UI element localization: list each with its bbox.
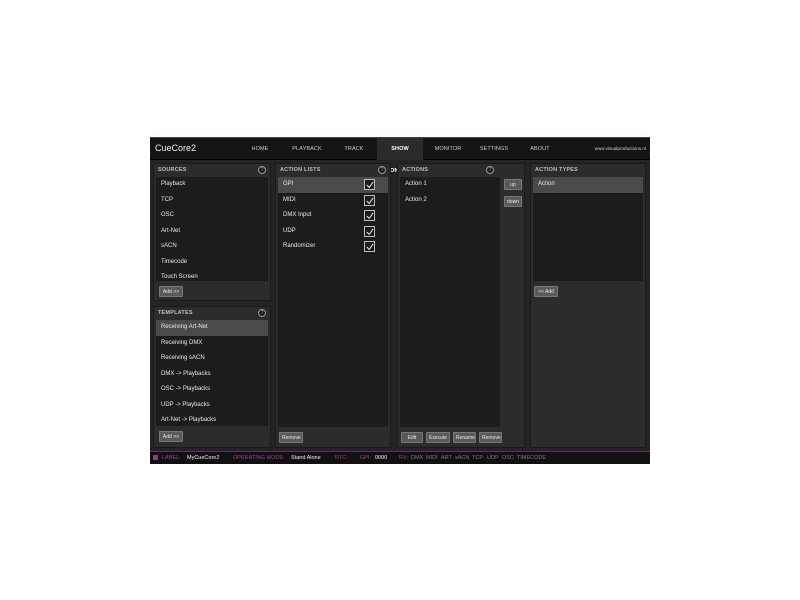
website-link[interactable]: www.visualproductions.nl <box>595 146 646 151</box>
nav-monitor[interactable]: MONITOR <box>428 138 468 160</box>
actions-panel: ACTIONS ? Action 1 Action 2 up down Edit… <box>397 163 525 448</box>
gpi-caption: GPI: <box>360 455 372 461</box>
move-down-button[interactable]: down <box>504 196 522 207</box>
action-types-panel: ACTION TYPES Action << Add <box>530 163 646 448</box>
enabled-checkbox[interactable] <box>364 225 375 237</box>
app-title: CueCore2 <box>155 143 197 153</box>
templates-panel: TEMPLATES ? Receiving Art-Net Receiving … <box>153 306 271 448</box>
list-item[interactable]: Receiving Art-Net <box>156 320 268 336</box>
action-lists-list: GPI MIDI DMX Input UDP Randomizer <box>278 177 388 427</box>
action-lists-panel: ACTION LISTS ? GPI MIDI DMX Input UDP Ra… <box>275 163 391 448</box>
list-item[interactable]: UDP <box>278 224 388 240</box>
rx-timecode: TIMECODE <box>517 455 547 461</box>
list-item-label: DMX Input <box>283 212 312 218</box>
device-label: MyCueCore2 <box>187 455 220 461</box>
operating-mode-caption: OPERATING MODE: <box>233 455 285 461</box>
sources-panel: SOURCES ? Playback TCP OSC Art-Net sACN … <box>153 163 271 301</box>
check-icon <box>366 227 374 235</box>
nav-about[interactable]: ABOUT <box>520 138 560 160</box>
list-item[interactable]: UDP -> Playbacks <box>156 398 268 414</box>
remove-button[interactable]: Remove <box>479 432 502 443</box>
check-icon <box>366 196 374 204</box>
move-up-button[interactable]: up <box>504 179 522 190</box>
list-item[interactable]: TCP <box>156 193 268 209</box>
actions-list: Action 1 Action 2 <box>400 177 500 427</box>
check-icon <box>366 243 374 251</box>
list-item[interactable]: sACN <box>156 239 268 255</box>
list-item-label: Randomizer <box>283 243 316 249</box>
list-item[interactable]: Touch Screen <box>156 270 268 281</box>
rx-dmx: DMX <box>411 455 424 461</box>
actions-title: ACTIONS <box>402 167 429 173</box>
rx-osc: OSC <box>502 455 514 461</box>
rx-caption: RX: <box>399 455 409 461</box>
list-item[interactable]: Randomizer <box>278 239 388 255</box>
enabled-checkbox[interactable] <box>364 241 375 252</box>
list-item[interactable]: Timecode <box>156 255 268 271</box>
nav-settings[interactable]: SETTINGS <box>474 138 514 160</box>
rx-midi: MIDI <box>426 455 438 461</box>
list-item[interactable]: Playback <box>156 177 268 193</box>
check-icon <box>366 181 374 189</box>
templates-add-button[interactable]: Add >> <box>159 431 183 442</box>
help-icon[interactable]: ? <box>378 166 386 174</box>
list-item-label: GPI <box>283 181 294 187</box>
rename-button[interactable]: Rename <box>453 432 476 443</box>
help-icon[interactable]: ? <box>258 166 266 174</box>
check-icon <box>366 212 374 220</box>
list-item-label: MIDI <box>283 196 296 203</box>
list-item[interactable]: Receiving DMX <box>156 336 268 352</box>
enabled-checkbox[interactable] <box>364 194 375 206</box>
rx-tcp: TCP <box>472 455 483 461</box>
operating-mode-value: Stand Alone <box>291 455 321 461</box>
action-types-add-button[interactable]: << Add <box>534 286 558 297</box>
templates-list: Receiving Art-Net Receiving DMX Receivin… <box>156 320 268 426</box>
action-types-list: Action <box>533 177 643 281</box>
list-item[interactable]: MIDI <box>278 193 388 209</box>
help-icon[interactable]: ? <box>486 166 494 174</box>
nav-home[interactable]: HOME <box>240 138 280 160</box>
rtc-caption: RTC: <box>335 455 348 461</box>
app-window: CueCore2 HOME PLAYBACK TRACK SHOW CONTRO… <box>150 137 650 464</box>
sources-list: Playback TCP OSC Art-Net sACN Timecode T… <box>156 177 268 281</box>
gpi-value: 0000 <box>375 455 388 461</box>
templates-title: TEMPLATES <box>158 310 193 316</box>
help-icon[interactable]: ? <box>258 309 266 317</box>
sources-title: SOURCES <box>158 167 187 173</box>
label-caption: LABEL: <box>162 455 181 461</box>
list-item[interactable]: Art-Net -> Playbacks <box>156 413 268 426</box>
list-item[interactable]: Action 1 <box>400 177 500 193</box>
list-item[interactable]: Receiving sACN <box>156 351 268 367</box>
enabled-checkbox[interactable] <box>364 210 375 221</box>
action-lists-remove-button[interactable]: Remove <box>279 432 303 443</box>
list-item[interactable]: Action <box>533 177 643 193</box>
top-navigation: CueCore2 HOME PLAYBACK TRACK SHOW CONTRO… <box>150 138 650 174</box>
enabled-checkbox[interactable] <box>364 179 375 190</box>
status-bar: LABEL: MyCueCore2 OPERATING MODE: Stand … <box>150 451 650 464</box>
list-item[interactable]: DMX -> Playbacks <box>156 367 268 383</box>
rx-sacn: sACN <box>455 455 470 461</box>
list-item[interactable]: OSC <box>156 208 268 224</box>
list-item[interactable]: Art-Net <box>156 224 268 240</box>
list-item-label: UDP <box>283 227 296 234</box>
action-lists-title: ACTION LISTS <box>280 167 321 173</box>
list-item[interactable]: DMX Input <box>278 208 388 224</box>
sources-add-button[interactable]: Add >> <box>159 286 183 297</box>
list-item[interactable]: GPI <box>278 177 388 193</box>
list-item[interactable]: OSC -> Playbacks <box>156 382 268 398</box>
nav-track[interactable]: TRACK <box>334 138 374 160</box>
rx-art: ART <box>441 455 452 461</box>
execute-button[interactable]: Execute <box>426 432 450 443</box>
status-indicator <box>153 455 158 460</box>
rx-udp: UDP <box>487 455 499 461</box>
list-item[interactable]: Action 2 <box>400 193 500 209</box>
nav-show-control[interactable]: SHOW CONTROL <box>377 138 423 174</box>
edit-button[interactable]: Edit <box>401 432 423 443</box>
nav-playback[interactable]: PLAYBACK <box>285 138 329 160</box>
action-types-title: ACTION TYPES <box>535 167 579 173</box>
